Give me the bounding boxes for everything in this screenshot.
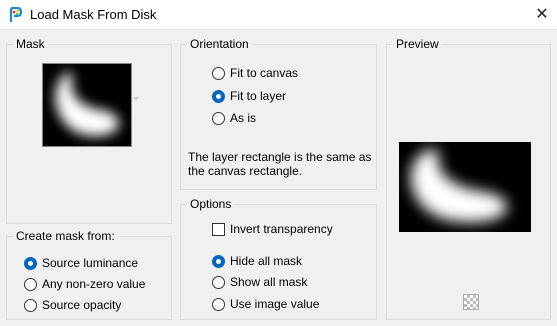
window-title: Load Mask From Disk xyxy=(30,7,157,22)
close-button[interactable]: ✕ xyxy=(533,6,551,24)
radio-fit-to-canvas[interactable]: Fit to canvas xyxy=(212,65,298,81)
radio-button[interactable] xyxy=(212,275,225,289)
info-line-2: the canvas rectangle. xyxy=(188,164,303,178)
radio-button[interactable] xyxy=(212,66,225,80)
options-label: Options xyxy=(187,197,235,211)
radio-use-image-value[interactable]: Use image value xyxy=(212,296,319,312)
preview-label: Preview xyxy=(393,37,442,51)
radio-label: Source luminance xyxy=(42,256,139,270)
mask-thumbnail-image xyxy=(43,64,131,146)
chevron-down-icon[interactable] xyxy=(133,97,139,101)
radio-label: Any non-zero value xyxy=(42,277,146,291)
mask-group-label: Mask xyxy=(13,37,48,51)
radio-label: As is xyxy=(230,111,257,125)
radio-label: Show all mask xyxy=(230,275,308,289)
radio-source-opacity[interactable]: Source opacity xyxy=(24,297,121,313)
radio-source-luminance[interactable]: Source luminance xyxy=(24,255,138,271)
radio-button[interactable] xyxy=(212,111,225,125)
mask-thumbnail-dropdown[interactable] xyxy=(42,63,132,147)
radio-button[interactable] xyxy=(24,298,37,312)
radio-label: Source opacity xyxy=(42,298,122,312)
radio-label: Fit to layer xyxy=(230,89,287,103)
title-bar: Load Mask From Disk ✕ xyxy=(0,0,557,30)
checkbox-label: Invert transparency xyxy=(230,222,333,236)
radio-button[interactable] xyxy=(212,89,225,103)
checkbox-invert-transparency[interactable]: Invert transparency xyxy=(212,221,333,237)
radio-button[interactable] xyxy=(212,297,225,311)
info-line-1: The layer rectangle is the same as xyxy=(188,150,372,164)
preview-mask-image xyxy=(399,142,531,232)
orientation-label: Orientation xyxy=(187,37,252,51)
checkbox[interactable] xyxy=(212,222,225,236)
radio-button[interactable] xyxy=(24,277,37,291)
radio-hide-all-mask[interactable]: Hide all mask xyxy=(212,253,302,269)
preview-image xyxy=(399,142,531,232)
radio-as-is[interactable]: As is xyxy=(212,110,256,126)
radio-label: Fit to canvas xyxy=(230,66,299,80)
paint-shop-pro-icon xyxy=(9,7,23,22)
radio-any-non-zero-value[interactable]: Any non-zero value xyxy=(24,276,145,292)
radio-button[interactable] xyxy=(212,254,225,268)
orientation-info-text: The layer rectangle is the same as the c… xyxy=(188,150,373,178)
create-mask-from-label: Create mask from: xyxy=(13,229,118,243)
close-icon: ✕ xyxy=(535,6,549,23)
radio-label: Use image value xyxy=(230,297,320,311)
transparency-checkerboard-icon[interactable] xyxy=(463,294,479,310)
radio-show-all-mask[interactable]: Show all mask xyxy=(212,274,307,290)
radio-label: Hide all mask xyxy=(230,254,303,268)
radio-fit-to-layer[interactable]: Fit to layer xyxy=(212,88,286,104)
radio-button[interactable] xyxy=(24,256,37,270)
